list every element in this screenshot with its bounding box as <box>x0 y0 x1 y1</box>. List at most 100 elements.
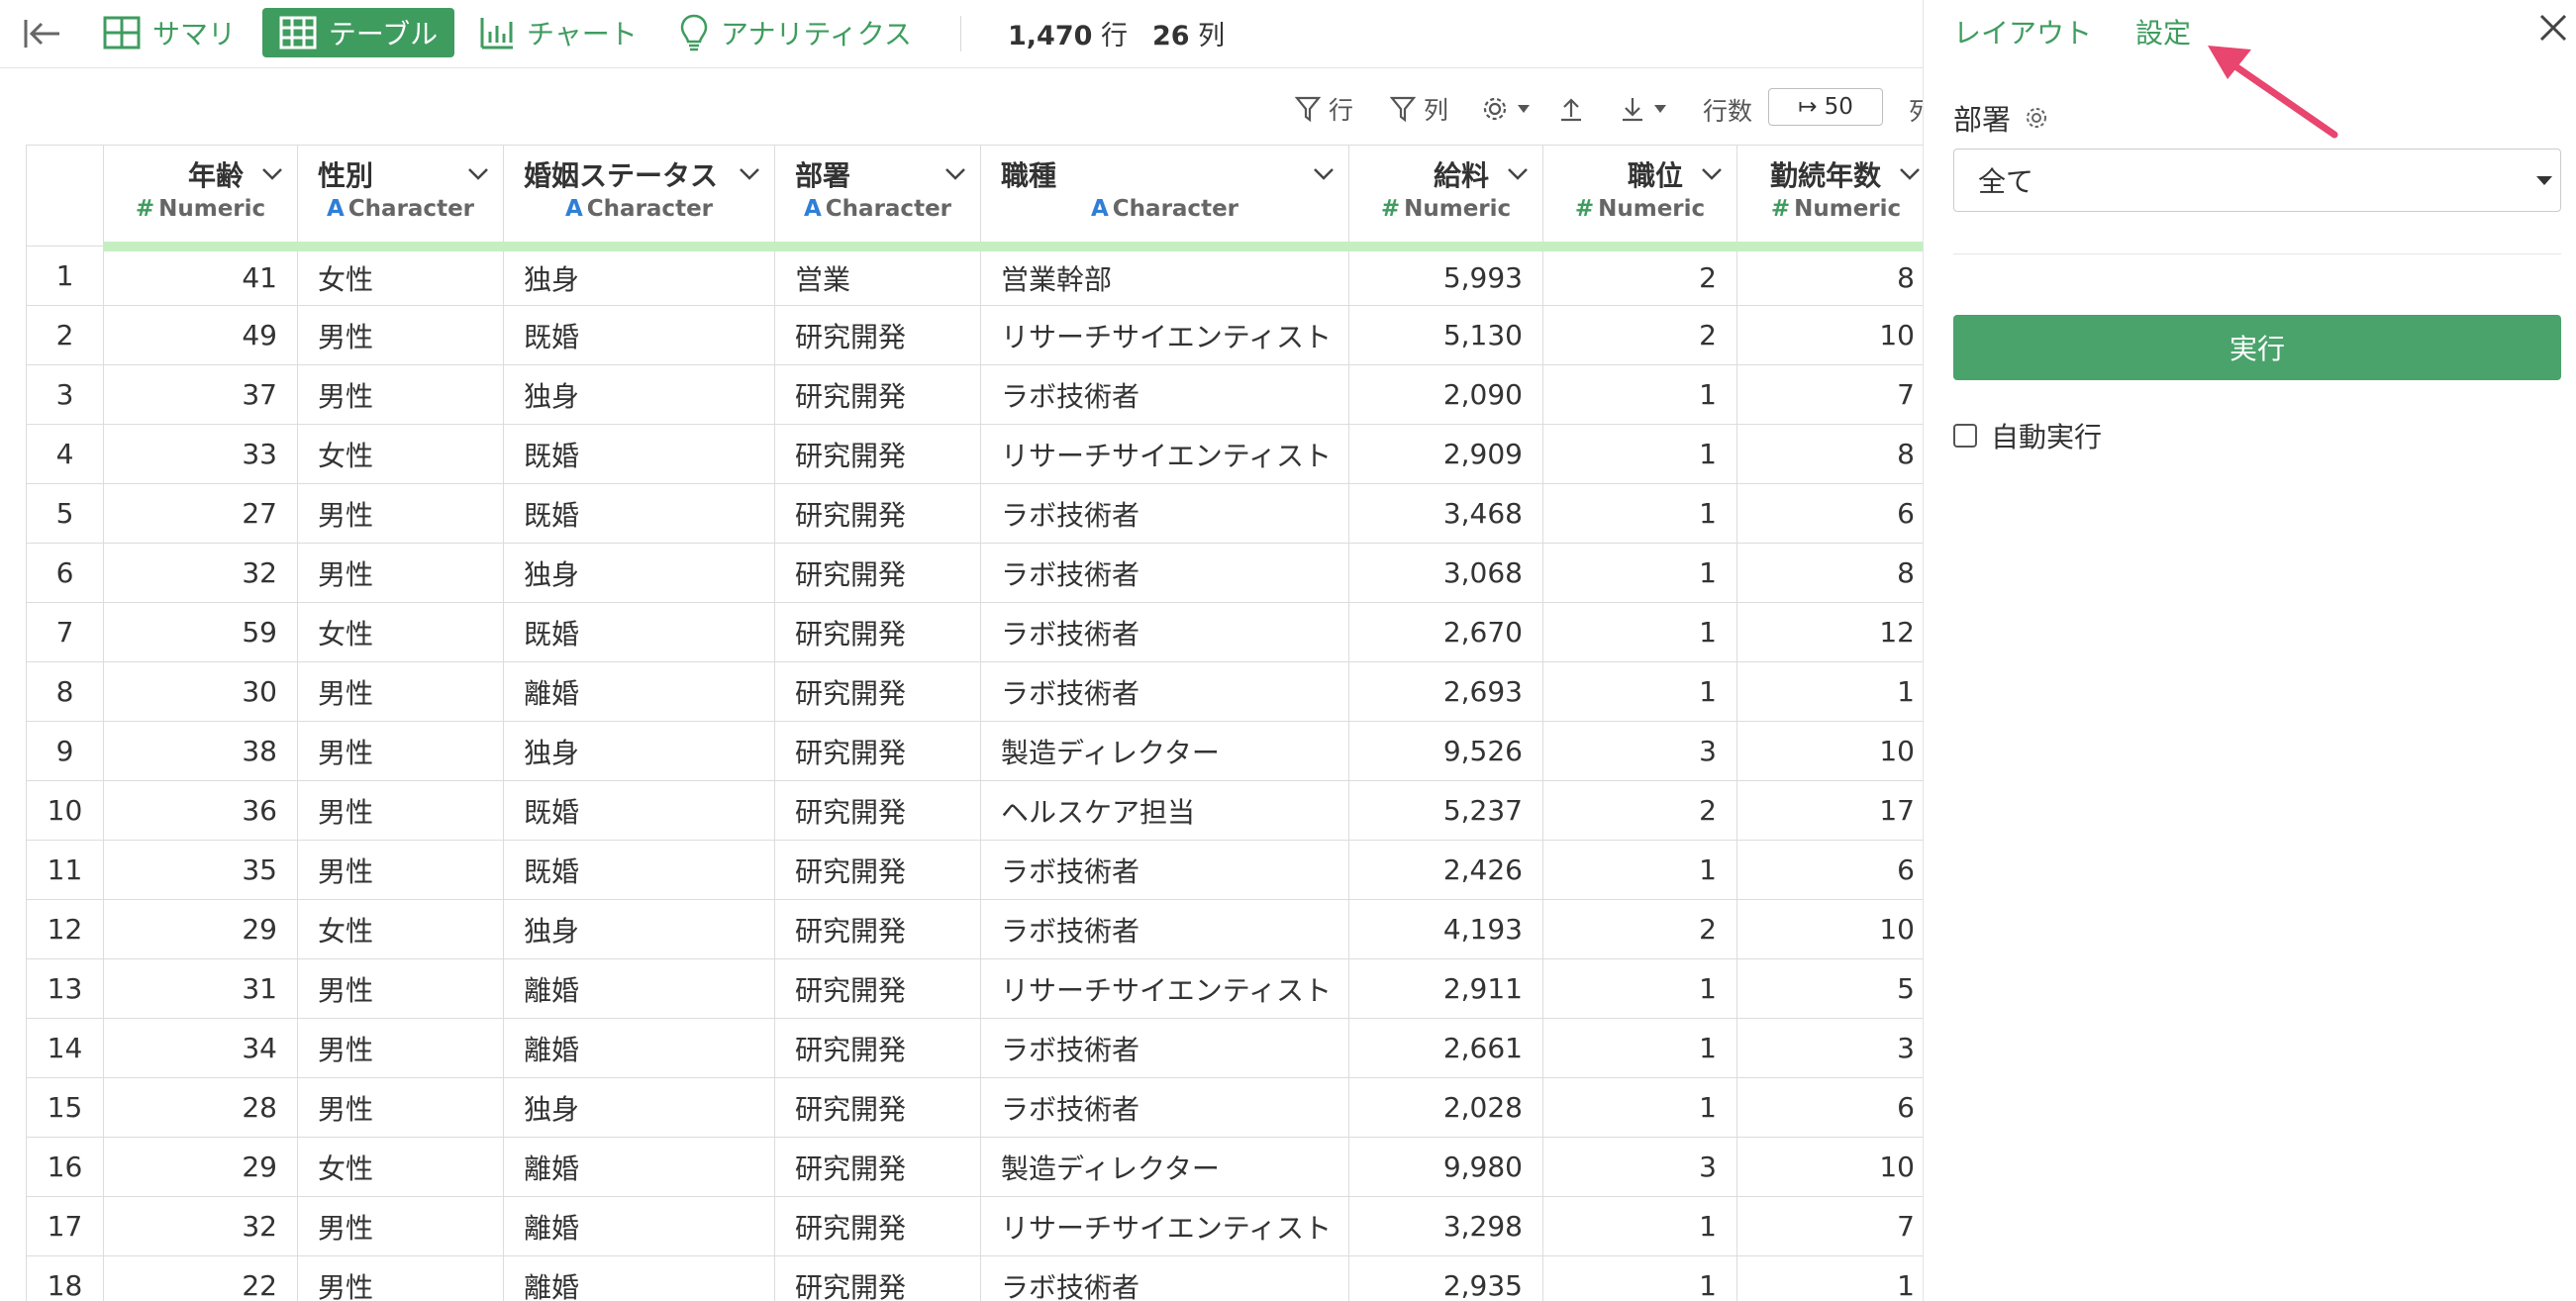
table-cell[interactable]: 10 <box>1736 721 1923 781</box>
table-cell[interactable]: 男性 <box>297 1018 504 1078</box>
table-cell[interactable]: 研究開発 <box>774 424 981 484</box>
table-cell[interactable]: 1 <box>1736 661 1923 722</box>
table-cell[interactable]: 3 <box>1736 1018 1923 1078</box>
table-cell[interactable]: 研究開発 <box>774 305 981 365</box>
table-cell[interactable]: ラボ技術者 <box>980 661 1349 722</box>
table-cell[interactable]: 研究開発 <box>774 840 981 900</box>
table-cell[interactable]: ラボ技術者 <box>980 899 1349 959</box>
table-cell[interactable]: 1 <box>1542 1196 1737 1256</box>
table-cell[interactable]: 研究開発 <box>774 958 981 1019</box>
table-cell[interactable]: 34 <box>103 1018 298 1078</box>
table-cell[interactable]: 2,426 <box>1348 840 1543 900</box>
table-cell[interactable]: ラボ技術者 <box>980 840 1349 900</box>
table-cell[interactable]: 3 <box>1542 1137 1737 1197</box>
download-dropdown-button[interactable] <box>1620 89 1675 129</box>
table-cell[interactable]: 3 <box>1542 721 1737 781</box>
column-filter-button[interactable]: 列 <box>1390 89 1448 129</box>
table-cell[interactable]: 独身 <box>503 246 775 306</box>
table-cell[interactable]: 9,980 <box>1348 1137 1543 1197</box>
table-cell[interactable]: 31 <box>103 958 298 1019</box>
table-cell[interactable]: 男性 <box>297 1196 504 1256</box>
tab-analytics[interactable]: アナリティクス <box>679 8 912 57</box>
table-cell[interactable]: 5,130 <box>1348 305 1543 365</box>
table-cell[interactable]: 研究開発 <box>774 661 981 722</box>
table-cell[interactable]: 研究開発 <box>774 721 981 781</box>
table-cell[interactable]: 研究開発 <box>774 899 981 959</box>
tab-layout[interactable]: レイアウト <box>1953 12 2092 51</box>
table-cell[interactable]: 男性 <box>297 661 504 722</box>
table-cell[interactable]: 研究開発 <box>774 602 981 662</box>
table-cell[interactable]: 2,661 <box>1348 1018 1543 1078</box>
table-cell[interactable]: 33 <box>103 424 298 484</box>
table-cell[interactable]: 男性 <box>297 958 504 1019</box>
table-cell[interactable]: リサーチサイエンティスト <box>980 305 1349 365</box>
chevron-down-icon[interactable] <box>1899 167 1921 181</box>
table-cell[interactable]: 1 <box>1542 1077 1737 1138</box>
table-cell[interactable]: 41 <box>103 246 298 306</box>
table-cell[interactable]: 既婚 <box>503 305 775 365</box>
table-cell[interactable]: 既婚 <box>503 780 775 841</box>
table-cell[interactable]: 離婚 <box>503 1196 775 1256</box>
table-cell[interactable]: 1 <box>1542 661 1737 722</box>
table-cell[interactable]: 36 <box>103 780 298 841</box>
gear-icon[interactable] <box>2025 106 2048 130</box>
table-cell[interactable]: 6 <box>1736 840 1923 900</box>
table-cell[interactable]: 男性 <box>297 1255 504 1301</box>
tab-chart[interactable]: チャート <box>479 8 638 57</box>
table-cell[interactable]: 1 <box>1542 1255 1737 1301</box>
table-cell[interactable]: 女性 <box>297 1137 504 1197</box>
table-cell[interactable]: 研究開発 <box>774 780 981 841</box>
table-cell[interactable]: ラボ技術者 <box>980 602 1349 662</box>
column-header[interactable]: 職種 A Character <box>980 145 1349 251</box>
collapse-left-icon[interactable] <box>22 12 65 55</box>
table-cell[interactable]: 7 <box>1736 364 1923 425</box>
table-cell[interactable]: 既婚 <box>503 424 775 484</box>
table-cell[interactable]: 男性 <box>297 305 504 365</box>
chevron-down-icon[interactable] <box>1313 167 1335 181</box>
row-filter-button[interactable]: 行 <box>1295 89 1353 129</box>
table-cell[interactable]: 離婚 <box>503 1255 775 1301</box>
table-cell[interactable]: 8 <box>1736 424 1923 484</box>
table-cell[interactable]: 営業幹部 <box>980 246 1349 306</box>
table-cell[interactable]: ラボ技術者 <box>980 543 1349 603</box>
table-cell[interactable]: 59 <box>103 602 298 662</box>
table-cell[interactable]: 1 <box>1542 840 1737 900</box>
table-cell[interactable]: 7 <box>1736 1196 1923 1256</box>
chevron-down-icon[interactable] <box>261 167 283 181</box>
table-cell[interactable]: 離婚 <box>503 958 775 1019</box>
table-cell[interactable]: 1 <box>1542 483 1737 544</box>
table-cell[interactable]: 22 <box>103 1255 298 1301</box>
column-header[interactable]: 勤続年数 # Numeric <box>1736 145 1923 251</box>
table-cell[interactable]: 5,993 <box>1348 246 1543 306</box>
table-cell[interactable]: ラボ技術者 <box>980 364 1349 425</box>
table-cell[interactable]: リサーチサイエンティスト <box>980 424 1349 484</box>
table-cell[interactable]: 2 <box>1542 780 1737 841</box>
table-cell[interactable]: 離婚 <box>503 1137 775 1197</box>
table-cell[interactable]: 男性 <box>297 483 504 544</box>
table-cell[interactable]: 49 <box>103 305 298 365</box>
column-header[interactable]: 給料 # Numeric <box>1348 145 1543 251</box>
table-cell[interactable]: 男性 <box>297 1077 504 1138</box>
chevron-down-icon[interactable] <box>467 167 489 181</box>
table-cell[interactable]: 1 <box>1736 1255 1923 1301</box>
table-cell[interactable]: 男性 <box>297 780 504 841</box>
table-cell[interactable]: 17 <box>1736 780 1923 841</box>
table-cell[interactable]: 2,911 <box>1348 958 1543 1019</box>
table-cell[interactable]: 1 <box>1542 543 1737 603</box>
table-cell[interactable]: 2,670 <box>1348 602 1543 662</box>
table-cell[interactable]: リサーチサイエンティスト <box>980 1196 1349 1256</box>
table-cell[interactable]: 2,909 <box>1348 424 1543 484</box>
table-cell[interactable]: 研究開発 <box>774 1137 981 1197</box>
chevron-down-icon[interactable] <box>944 167 966 181</box>
table-cell[interactable]: 女性 <box>297 602 504 662</box>
table-cell[interactable]: 1 <box>1542 424 1737 484</box>
tab-summary[interactable]: サマリ <box>103 8 236 57</box>
table-cell[interactable]: 男性 <box>297 721 504 781</box>
table-cell[interactable]: 2,090 <box>1348 364 1543 425</box>
upload-icon[interactable] <box>1558 89 1592 129</box>
table-cell[interactable]: 既婚 <box>503 602 775 662</box>
auto-run-option[interactable]: 自動実行 <box>1953 416 2102 455</box>
run-button[interactable]: 実行 <box>1953 315 2561 380</box>
row-limit-input[interactable]: ↦ 50 <box>1768 88 1883 126</box>
table-cell[interactable]: 28 <box>103 1077 298 1138</box>
